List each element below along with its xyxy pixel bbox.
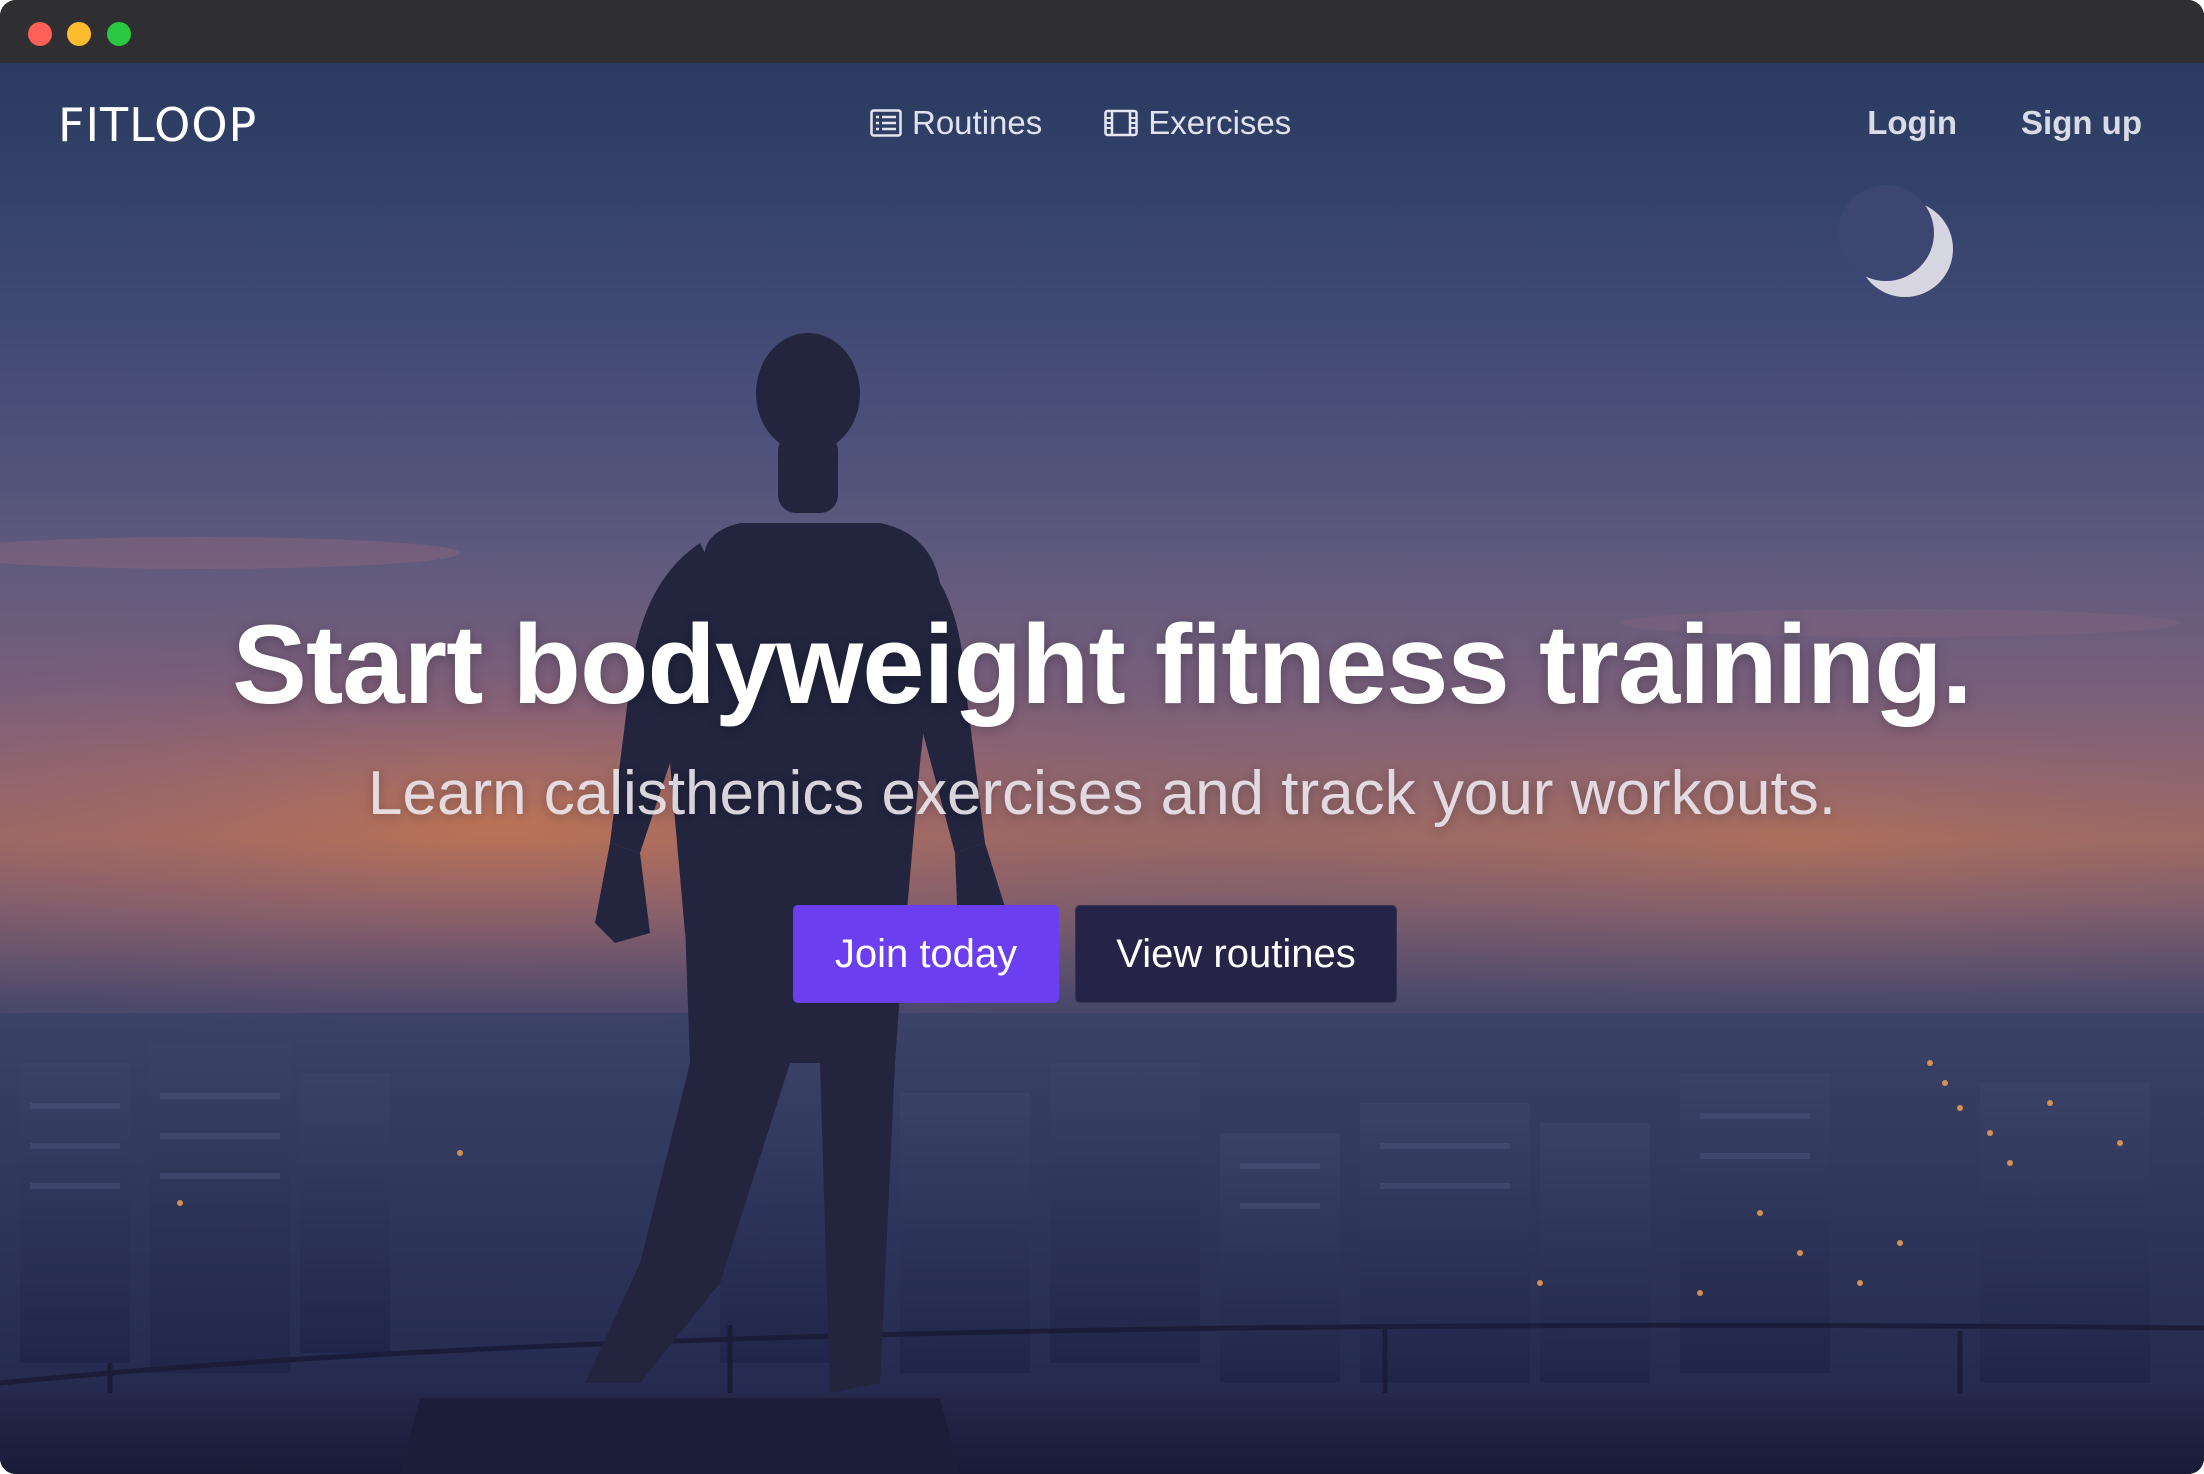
signup-link[interactable]: Sign up bbox=[2021, 104, 2142, 142]
film-icon bbox=[1104, 109, 1138, 137]
hero-cta-group: Join today View routines bbox=[0, 905, 2204, 1003]
hero-headline: Start bodyweight fitness training. bbox=[232, 602, 1972, 727]
view-routines-button[interactable]: View routines bbox=[1075, 905, 1397, 1003]
primary-nav: Routines Exercises bbox=[870, 95, 1291, 151]
nav-routines-link[interactable]: Routines bbox=[870, 104, 1042, 142]
brand-name: FITLOOP bbox=[58, 98, 258, 152]
join-today-button[interactable]: Join today bbox=[793, 905, 1059, 1003]
fitloop-logo[interactable]: FITLOOP bbox=[58, 95, 257, 155]
nav-exercises-link[interactable]: Exercises bbox=[1104, 104, 1291, 142]
hero-section: FITLOOP Routines Exercises Login Sign up… bbox=[0, 63, 2204, 1474]
list-icon bbox=[870, 109, 902, 137]
hero-subheadline: Learn calisthenics exercises and track y… bbox=[368, 759, 1836, 828]
auth-nav: Login Sign up bbox=[1867, 95, 2142, 151]
nav-routines-label: Routines bbox=[912, 104, 1043, 141]
moon-shape bbox=[1838, 185, 1953, 297]
login-link[interactable]: Login bbox=[1867, 104, 1957, 142]
browser-window: FITLOOP Routines Exercises Login Sign up… bbox=[0, 0, 2204, 1474]
nav-exercises-label: Exercises bbox=[1148, 104, 1292, 141]
minimize-window-button[interactable] bbox=[67, 22, 91, 46]
window-titlebar bbox=[0, 0, 2204, 63]
close-window-button[interactable] bbox=[28, 22, 52, 46]
maximize-window-button[interactable] bbox=[107, 22, 131, 46]
